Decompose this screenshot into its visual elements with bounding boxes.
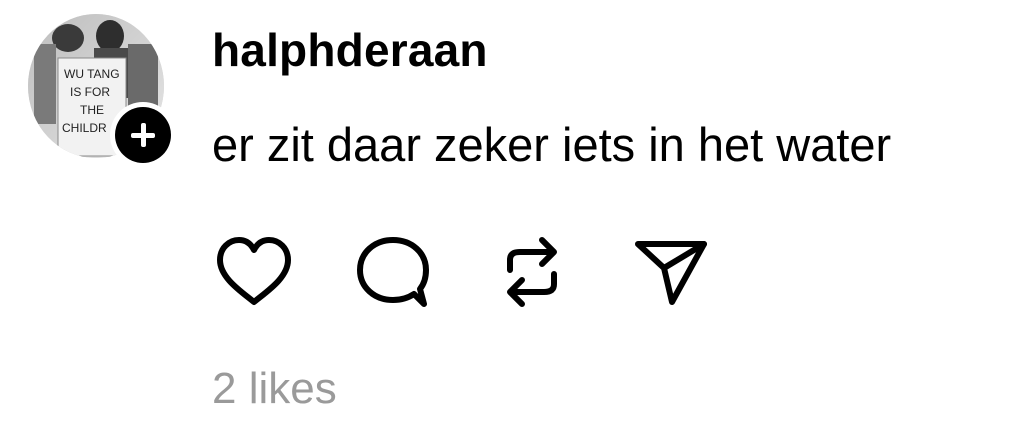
like-button[interactable]: [212, 232, 296, 312]
avatar-sign-line-2: IS FOR: [70, 85, 110, 99]
avatar-sign-line-1: WU TANG: [64, 67, 120, 81]
send-icon: [635, 241, 707, 305]
action-bar: [212, 232, 732, 312]
avatar-sign-line-4: CHILDR: [62, 121, 107, 135]
heart-icon: [217, 237, 291, 305]
post-card: WU TANG IS FOR THE CHILDR halphderaan er…: [0, 0, 1024, 443]
likes-count[interactable]: 2 likes: [212, 362, 337, 416]
avatar-sign-line-3: THE: [80, 103, 104, 117]
comment-button[interactable]: [352, 232, 436, 312]
plus-icon: [115, 107, 171, 163]
avatar-container: WU TANG IS FOR THE CHILDR: [28, 14, 178, 168]
repost-button[interactable]: [490, 232, 574, 312]
repost-icon: [507, 237, 557, 307]
username[interactable]: halphderaan: [212, 22, 488, 78]
post-text: er zit daar zeker iets in het water: [212, 118, 892, 171]
follow-button[interactable]: [110, 102, 176, 168]
comment-bubble-icon: [357, 237, 429, 307]
share-button[interactable]: [628, 232, 712, 312]
